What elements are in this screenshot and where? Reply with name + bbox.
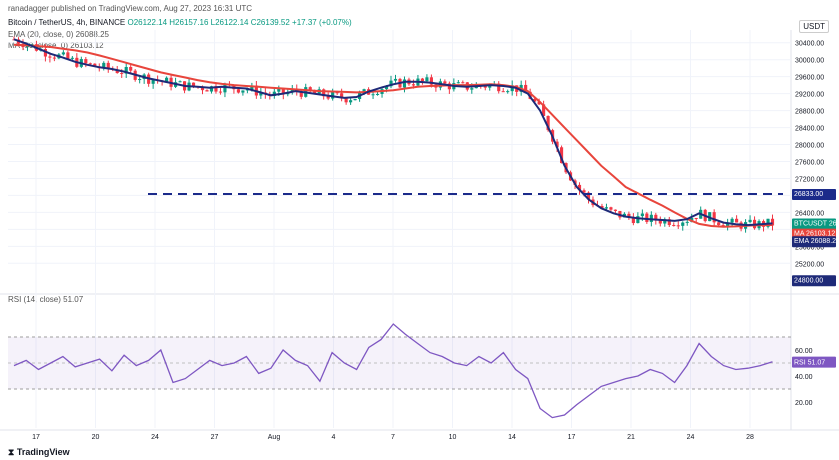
candle-body bbox=[120, 73, 124, 75]
time-tick-label: Aug bbox=[268, 434, 281, 441]
time-tick-label: 27 bbox=[211, 434, 219, 441]
candle-body bbox=[420, 78, 425, 82]
candle-body bbox=[676, 225, 680, 227]
time-tick-label: 17 bbox=[568, 434, 576, 441]
rsi-tick-label: 60.00 bbox=[795, 348, 813, 355]
price-tick-label: 28000.00 bbox=[795, 143, 824, 150]
level-high-tag-text: 26833.00 bbox=[794, 191, 823, 198]
price-tick-label: 27600.00 bbox=[795, 160, 824, 167]
candle-body bbox=[205, 90, 209, 92]
time-tick-label: 10 bbox=[449, 434, 457, 441]
candle-body bbox=[344, 98, 348, 103]
price-tick-label: 29200.00 bbox=[795, 92, 824, 99]
candle-body bbox=[138, 79, 142, 81]
candle-body bbox=[681, 222, 685, 226]
candle-body bbox=[645, 213, 649, 222]
price-tick-label: 28400.00 bbox=[795, 126, 824, 133]
candle-body bbox=[375, 93, 380, 95]
candle-body bbox=[411, 84, 416, 86]
candle-body bbox=[748, 219, 752, 223]
candle-body bbox=[461, 82, 465, 84]
candle-body bbox=[470, 88, 474, 90]
candle-body bbox=[84, 59, 88, 64]
candle-body bbox=[66, 52, 70, 59]
time-tick-label: 17 bbox=[32, 434, 40, 441]
candle-body bbox=[694, 217, 698, 219]
candle-body bbox=[604, 207, 609, 209]
rsi-tick-label: 20.00 bbox=[795, 400, 813, 407]
candle-body bbox=[735, 218, 739, 223]
time-tick-label: 20 bbox=[92, 434, 100, 441]
candle-body bbox=[218, 91, 223, 93]
candle-body bbox=[402, 79, 407, 88]
level-low-tag-text: 24800.00 bbox=[794, 277, 823, 284]
tradingview-logo-icon: ⧗ bbox=[8, 447, 17, 457]
candle-body bbox=[236, 89, 240, 93]
candle-body bbox=[456, 82, 460, 84]
price-tick-label: 30400.00 bbox=[795, 41, 824, 48]
candle-body bbox=[609, 207, 613, 210]
candle-body bbox=[393, 78, 398, 81]
footer-text: TradingView bbox=[16, 447, 70, 457]
candle-body bbox=[425, 77, 429, 82]
candle-body bbox=[178, 81, 182, 83]
candle-body bbox=[712, 212, 716, 223]
price-tick-label: 25200.00 bbox=[795, 261, 824, 268]
candle-body bbox=[353, 98, 357, 101]
candle-body bbox=[52, 57, 56, 59]
candle-body bbox=[129, 66, 133, 71]
time-tick-label: 28 bbox=[746, 434, 754, 441]
time-tick-label: 4 bbox=[332, 434, 336, 441]
rsi-tag-text: RSI 51.07 bbox=[794, 360, 825, 367]
time-tick-label: 24 bbox=[687, 434, 695, 441]
price-tick-label: 29600.00 bbox=[795, 75, 824, 82]
candle-body bbox=[443, 81, 447, 84]
time-tick-label: 7 bbox=[391, 434, 395, 441]
candle-body bbox=[685, 221, 689, 223]
candle-body bbox=[88, 63, 92, 65]
candle-body bbox=[371, 94, 375, 96]
price-tick-label: 30000.00 bbox=[795, 58, 824, 65]
price-tick-label: 27200.00 bbox=[795, 176, 824, 183]
time-tick-label: 14 bbox=[508, 434, 516, 441]
candle-body bbox=[349, 100, 353, 103]
candle-body bbox=[48, 56, 52, 58]
candle-body bbox=[672, 225, 676, 227]
ema-tag-text: EMA 26088.25 bbox=[794, 238, 839, 245]
candle-body bbox=[658, 220, 662, 224]
price-tick-label: 26400.00 bbox=[795, 210, 824, 217]
candle-body bbox=[730, 218, 734, 223]
time-tick-label: 21 bbox=[627, 434, 635, 441]
candle-body bbox=[223, 84, 227, 93]
price-tag-text: BTCUSDT 26139.52 bbox=[794, 220, 839, 227]
candle-body bbox=[717, 222, 721, 226]
candle-body bbox=[640, 213, 644, 217]
candle-body bbox=[61, 52, 65, 55]
candle-body bbox=[506, 91, 510, 93]
rsi-tick-label: 40.00 bbox=[795, 374, 813, 381]
price-chart[interactable]: 30400.00 30000.00 29600.00 29200.00 28800.00… bbox=[0, 0, 839, 460]
tradingview-logo: ⧗ TradingView bbox=[8, 447, 70, 458]
time-tick-label: 24 bbox=[151, 434, 159, 441]
candle-body bbox=[613, 209, 617, 211]
candle-body bbox=[501, 91, 505, 93]
candle-body bbox=[70, 57, 74, 59]
price-tick-label: 28800.00 bbox=[795, 109, 824, 116]
candle-body bbox=[241, 90, 245, 93]
